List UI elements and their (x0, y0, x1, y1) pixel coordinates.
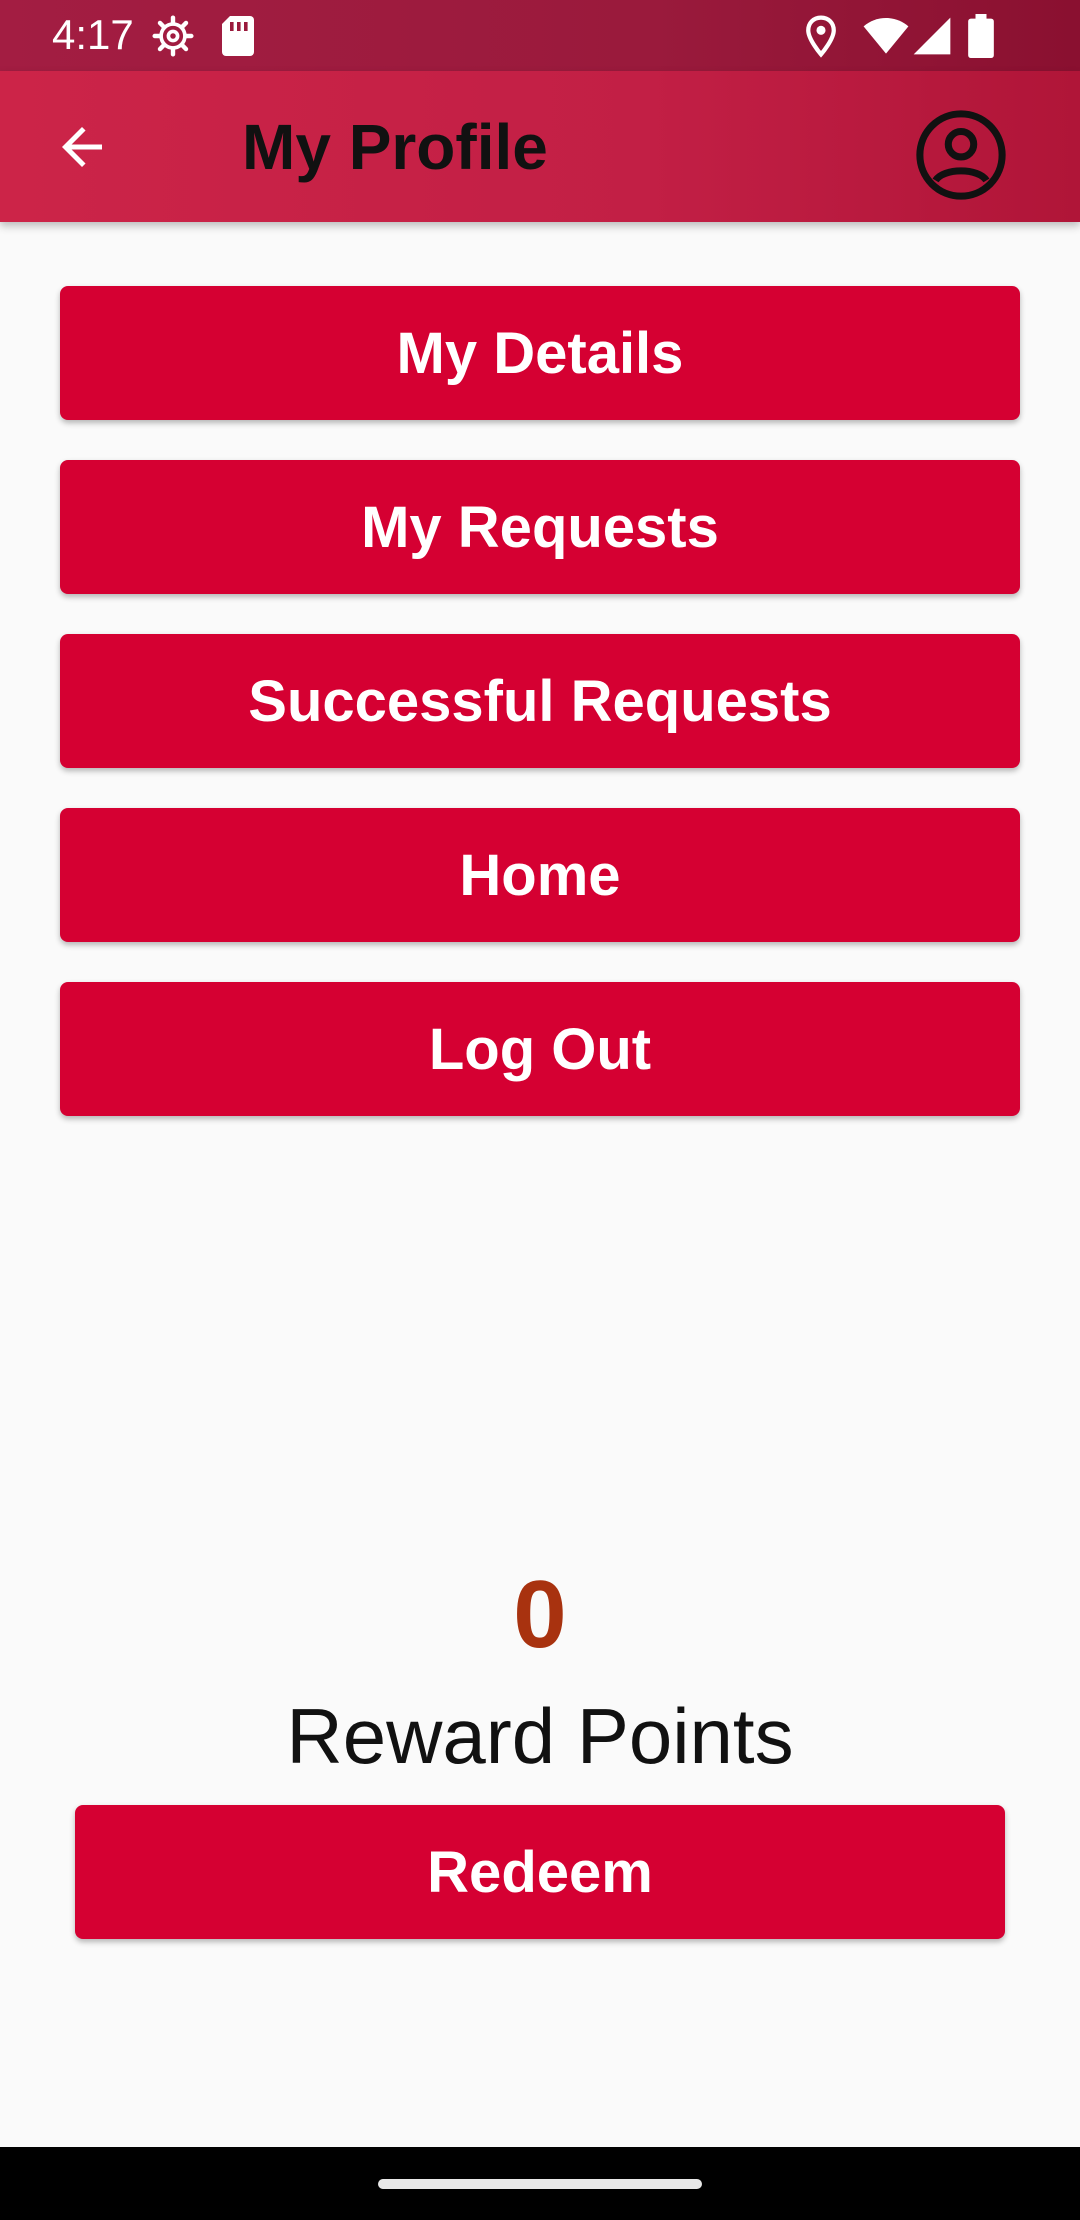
my-details-button[interactable]: My Details (60, 286, 1020, 420)
profile-menu: My Details My Requests Successful Reques… (60, 286, 1020, 1156)
signal-icon (913, 17, 951, 55)
status-time: 4:17 (52, 11, 134, 58)
sd-card-icon (222, 16, 254, 56)
page-title: My Profile (242, 111, 548, 183)
my-requests-button[interactable]: My Requests (60, 460, 1020, 594)
app-bar: My Profile (0, 71, 1080, 222)
home-gesture-handle[interactable] (378, 2179, 702, 2189)
arrow-back-icon[interactable] (52, 117, 112, 177)
reward-points-value: 0 (513, 1561, 567, 1668)
navigation-bar (0, 2147, 1080, 2220)
status-bar: 4:17 (0, 0, 1080, 71)
reward-points-label: Reward Points (286, 1692, 794, 1780)
redeem-button[interactable]: Redeem (75, 1805, 1005, 1939)
account-circle-icon[interactable] (914, 108, 1008, 202)
wifi-icon (863, 18, 909, 54)
log-out-button[interactable]: Log Out (60, 982, 1020, 1116)
battery-icon (968, 14, 994, 58)
settings-gear-icon (152, 15, 194, 57)
profile-screen: 4:17 My Profile My Details My Requests S… (0, 0, 1080, 2220)
home-button[interactable]: Home (60, 808, 1020, 942)
location-icon (806, 15, 836, 58)
successful-requests-button[interactable]: Successful Requests (60, 634, 1020, 768)
